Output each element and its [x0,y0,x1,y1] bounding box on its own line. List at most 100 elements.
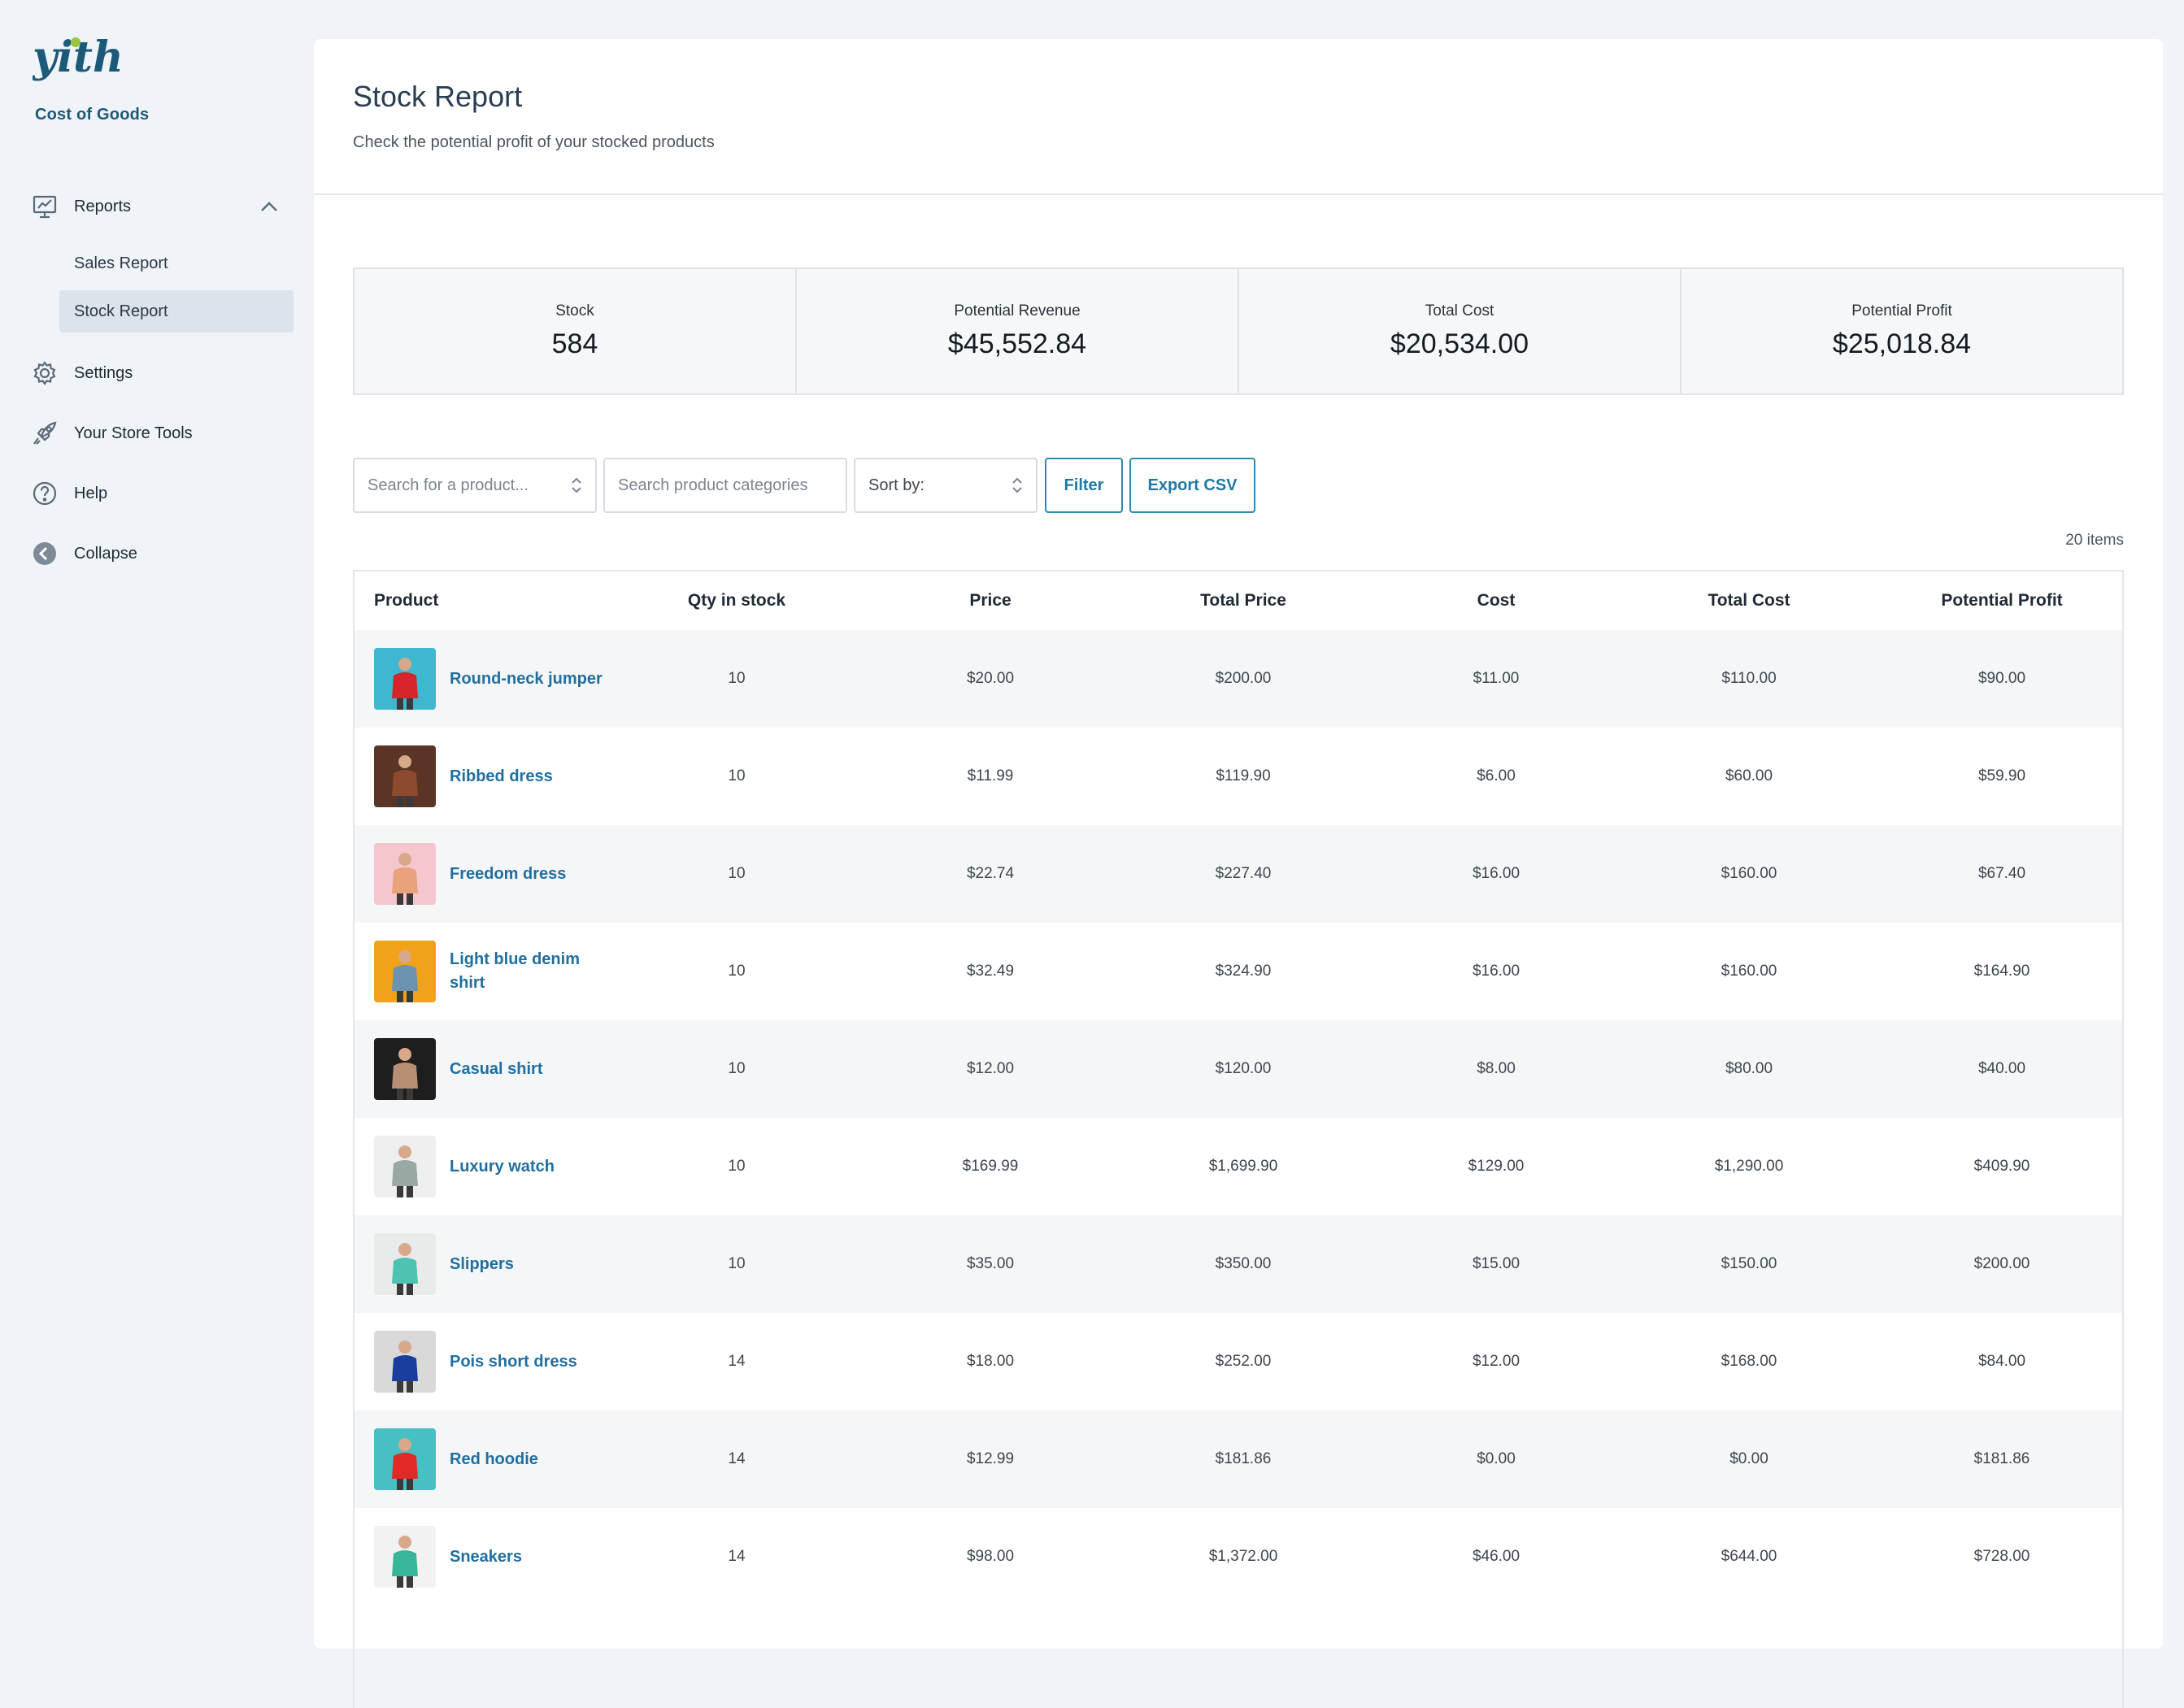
product-name-link[interactable]: Freedom dress [450,825,612,923]
product-name-link[interactable]: Light blue denim shirt [450,923,612,1020]
product-thumbnail[interactable] [374,941,436,1002]
profit-cell: $728.00 [1973,1548,2030,1565]
export-csv-button[interactable]: Export CSV [1129,458,1255,513]
total-cost-cell: $168.00 [1721,1353,1777,1370]
product-thumbnail[interactable] [374,745,436,807]
total-price-cell: $120.00 [1215,1060,1272,1077]
product-thumbnail[interactable] [374,843,436,905]
profit-cell: $84.00 [1977,1353,2026,1370]
sidebar-item-collapse[interactable]: Collapse [0,530,312,577]
table-row: Red hoodie 14 $12.99 $181.86 $0.00 $0.00 $181.… [355,1410,2122,1508]
product-name-link[interactable]: Ribbed dress [450,728,612,825]
stat-potential-revenue: Potential Revenue $45,552.84 [797,269,1239,393]
product-name-link[interactable]: Round-neck jumper [450,630,612,728]
yith-logo[interactable]: yith [33,34,122,94]
total-cost-cell: $110.00 [1721,670,1777,687]
sidebar-item-store-tools[interactable]: Your Store Tools [0,410,312,457]
total-cost-cell: $160.00 [1721,865,1777,882]
product-name-link[interactable]: Luxury watch [450,1118,612,1215]
table-row: Sneakers 14 $98.00 $1,372.00 $46.00 $644.00 $7… [355,1508,2122,1606]
total-price-cell: $350.00 [1215,1255,1272,1272]
sidebar-subitem-stock-report[interactable]: Stock Report [59,290,294,332]
table-row: Casual shirt 10 $12.00 $120.00 $8.00 $80.00 $4… [355,1020,2122,1118]
collapse-icon [31,540,59,567]
product-name-link[interactable]: Sneakers [450,1508,612,1606]
chevron-up-icon[interactable] [259,196,280,217]
sidebar-item-settings[interactable]: Settings [0,350,312,397]
sort-by-label: Sort by: [868,476,925,494]
product-name-link[interactable]: Casual shirt [450,1020,612,1118]
column-header-total-cost[interactable]: Total Cost [1660,572,1838,630]
product-search-select[interactable]: Search for a product... [353,458,597,513]
stat-label: Potential Profit [1851,302,1952,319]
column-header-product[interactable]: Product [374,572,438,630]
cost-cell: $6.00 [1477,767,1516,784]
qty-cell: 14 [728,1548,746,1565]
sort-by-select[interactable]: Sort by: [854,458,1038,513]
cost-cell: $129.00 [1468,1158,1525,1175]
qty-cell: 10 [728,963,746,980]
product-thumbnail[interactable] [374,1428,436,1490]
qty-cell: 10 [728,670,746,687]
stat-value: 584 [551,328,598,359]
product-thumbnail[interactable] [374,1038,436,1100]
total-cost-cell: $80.00 [1725,1060,1773,1077]
stock-table: Product Qty in stock Price Total Price C… [353,570,2124,1708]
product-name-link[interactable]: Pois short dress [450,1313,612,1410]
sidebar-subitem-label: Sales Report [74,254,168,272]
column-header-total-price[interactable]: Total Price [1154,572,1333,630]
product-search-placeholder: Search for a product... [368,476,529,494]
total-cost-cell: $1,290.00 [1714,1158,1784,1175]
profit-cell: $409.90 [1973,1158,2030,1175]
product-name-link[interactable]: Red hoodie [450,1410,612,1508]
product-name-link[interactable]: Slippers [450,1215,612,1313]
product-thumbnail[interactable] [374,1233,436,1295]
table-row: Light blue denim shirt 10 $32.49 $324.90 $16… [355,923,2122,1020]
profit-cell: $90.00 [1977,670,2026,687]
total-price-cell: $119.90 [1216,767,1271,784]
cost-cell: $46.00 [1472,1548,1521,1565]
total-price-cell: $252.00 [1215,1353,1272,1370]
category-search-input[interactable]: Search product categories [603,458,847,513]
total-price-cell: $324.90 [1215,963,1272,980]
total-cost-cell: $160.00 [1721,963,1777,980]
price-cell: $12.99 [966,1450,1015,1467]
total-cost-cell: $0.00 [1729,1450,1769,1467]
page-title: Stock Report [353,80,523,113]
profit-cell: $181.86 [1973,1450,2030,1467]
sidebar-item-label: Your Store Tools [74,424,193,442]
total-price-cell: $200.00 [1215,670,1272,687]
stat-total-cost: Total Cost $20,534.00 [1239,269,1682,393]
column-header-qty[interactable]: Qty in stock [647,572,826,630]
profit-cell: $59.90 [1977,767,2026,784]
column-header-potential-profit[interactable]: Potential Profit [1912,572,2091,630]
qty-cell: 10 [728,767,746,784]
qty-cell: 14 [728,1353,746,1370]
product-thumbnail[interactable] [374,648,436,710]
total-price-cell: $1,699.90 [1208,1158,1278,1175]
qty-cell: 10 [728,1255,746,1272]
sidebar-item-label: Settings [74,363,133,382]
table-row: Pois short dress 14 $18.00 $252.00 $12.00 $16… [355,1313,2122,1410]
sidebar-item-label: Collapse [74,544,137,563]
sidebar-subitem-sales-report[interactable]: Sales Report [59,242,294,285]
product-thumbnail[interactable] [374,1526,436,1588]
cost-cell: $8.00 [1477,1060,1516,1077]
qty-cell: 10 [728,1158,746,1175]
price-cell: $11.99 [967,767,1014,784]
sidebar-item-reports[interactable]: Reports [0,183,312,230]
stat-label: Stock [555,302,594,319]
product-thumbnail[interactable] [374,1331,436,1393]
profit-cell: $67.40 [1977,865,2026,882]
gear-icon [31,359,59,387]
stats-summary: Stock 584 Potential Revenue $45,552.84 T… [353,267,2124,395]
profit-cell: $40.00 [1977,1060,2026,1077]
filter-button[interactable]: Filter [1045,458,1123,513]
product-thumbnail[interactable] [374,1136,436,1197]
sidebar-item-help[interactable]: Help [0,470,312,517]
sidebar-item-label: Reports [74,197,132,215]
column-header-price[interactable]: Price [901,572,1080,630]
profit-cell: $164.90 [1973,963,2030,980]
column-header-cost[interactable]: Cost [1407,572,1586,630]
cost-cell: $12.00 [1472,1353,1521,1370]
